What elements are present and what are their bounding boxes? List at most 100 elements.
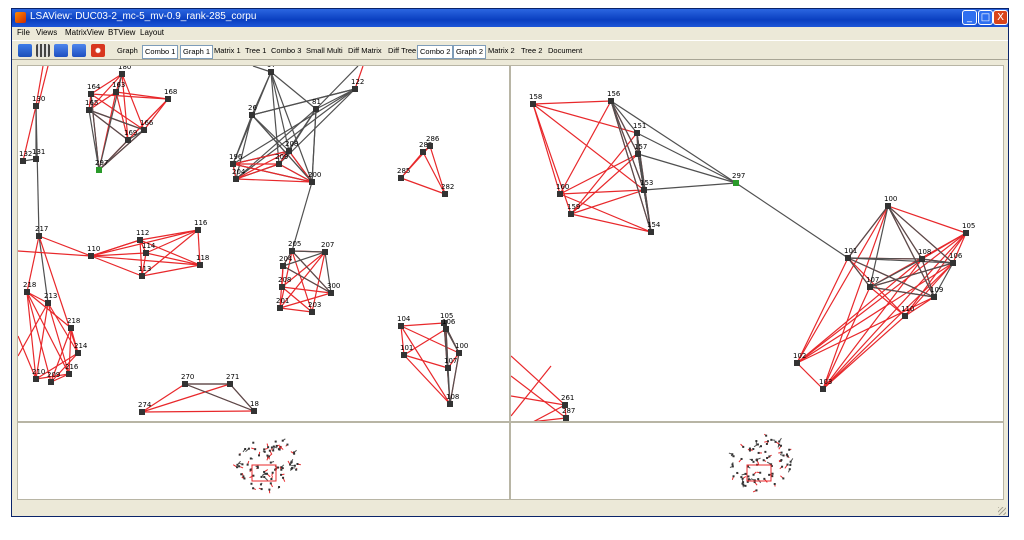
tab-tree-1[interactable]: Tree 1 <box>245 45 266 57</box>
left-graph-panel[interactable]: 180 164 163 168 165 166 169 297 130 132 131 217 110 1… <box>17 65 510 422</box>
graph-node[interactable]: 114 <box>142 242 156 256</box>
graph-node[interactable]: 131 <box>32 148 45 162</box>
graph-node-marker[interactable] <box>125 137 131 143</box>
graph-node-marker[interactable] <box>557 191 563 197</box>
graph-node[interactable]: 153 <box>640 179 653 193</box>
graph-node[interactable]: 100 <box>884 195 897 209</box>
graph-node-marker[interactable] <box>641 187 647 193</box>
graph-node-marker[interactable] <box>88 91 94 97</box>
graph-node-marker[interactable] <box>197 262 203 268</box>
graph-node-marker[interactable] <box>931 294 937 300</box>
right-graph-panel[interactable]: 158 156 151 157 153 160 159 154 297 100 105 101 107 1… <box>510 65 1004 422</box>
graph-node[interactable]: 108 <box>446 393 459 407</box>
graph-node[interactable]: 274 <box>138 401 152 415</box>
graph-node[interactable]: 218 <box>67 317 80 331</box>
graph-node[interactable]: 214 <box>74 342 88 356</box>
graph-node[interactable]: 205 <box>288 240 301 254</box>
graph-node[interactable]: 81 <box>312 98 321 112</box>
menu-file[interactable]: File <box>17 28 30 37</box>
graph-node-marker[interactable] <box>902 313 908 319</box>
graph-node[interactable]: 26 <box>248 104 257 118</box>
tab-document[interactable]: Document <box>548 45 582 57</box>
graph-node[interactable]: 116 <box>194 219 208 233</box>
graph-node-marker[interactable] <box>20 158 26 164</box>
graph-node-marker[interactable] <box>143 250 149 256</box>
graph-node-marker[interactable] <box>139 273 145 279</box>
graph-node-marker[interactable] <box>322 249 328 255</box>
graph-node[interactable]: 166 <box>140 119 154 133</box>
graph-node-marker[interactable] <box>139 409 145 415</box>
graph-node-marker[interactable] <box>794 360 800 366</box>
graph-node[interactable]: 107 <box>444 357 457 371</box>
graph-node[interactable]: 106 <box>949 252 963 266</box>
left-graph-canvas[interactable]: 180 164 163 168 165 166169 297 130 132 131 217 110 1… <box>18 66 510 422</box>
graph-node[interactable]: 285 <box>397 167 410 181</box>
graph-node-marker[interactable] <box>233 176 239 182</box>
graph-node-marker[interactable] <box>280 263 286 269</box>
open-folder-icon[interactable] <box>18 44 32 57</box>
graph-node-marker[interactable] <box>113 89 119 95</box>
graph-node[interactable]: 204 <box>279 255 293 269</box>
graph-node-marker[interactable] <box>309 309 315 315</box>
title-bar[interactable]: LSAView: DUC03-2_mc-5_mv-0.9_rank-285_co… <box>12 9 1008 27</box>
graph-node[interactable]: 154 <box>647 221 661 235</box>
graph-node[interactable]: 200 <box>308 171 321 185</box>
graph-node-marker[interactable] <box>36 233 42 239</box>
graph-node[interactable]: 156 <box>607 90 621 104</box>
resize-grip-icon[interactable] <box>998 507 1006 515</box>
graph-node-marker[interactable] <box>427 143 433 149</box>
maximize-button[interactable]: □ <box>978 10 993 25</box>
graph-node[interactable]: 103 <box>819 378 832 392</box>
tab-graph-2[interactable]: Graph 2 <box>453 45 487 59</box>
graph-node[interactable]: 169 <box>124 129 137 143</box>
graph-node-marker[interactable] <box>24 289 30 295</box>
graph-node-marker[interactable] <box>608 98 614 104</box>
graph-node-marker[interactable] <box>563 415 569 421</box>
graph-node-marker[interactable] <box>820 386 826 392</box>
graph-node-marker[interactable] <box>33 376 39 382</box>
tab-graph-1[interactable]: Graph 1 <box>180 45 214 59</box>
graph-node[interactable]: 261 <box>561 394 574 408</box>
graph-node[interactable]: 217 <box>35 225 48 239</box>
graph-node-marker[interactable] <box>88 253 94 259</box>
graph-node-marker[interactable] <box>141 127 147 133</box>
graph-node[interactable]: 110 <box>901 305 914 319</box>
right-graph-canvas[interactable]: 158 156 151 157 153 160 159 154 297 100 105 101 107 1… <box>511 66 1004 422</box>
graph-node-marker[interactable] <box>165 96 171 102</box>
graph-node[interactable]: 130 <box>32 95 45 109</box>
graph-node[interactable]: 109 <box>930 286 943 300</box>
tab-small-multi[interactable]: Small Multi <box>306 45 343 57</box>
graph-node-marker[interactable] <box>867 284 873 290</box>
graph-node[interactable]: 113 <box>138 265 151 279</box>
tab-graph[interactable]: Graph <box>117 45 138 57</box>
graph-node-marker[interactable] <box>195 227 201 233</box>
graph-node-marker[interactable] <box>635 151 641 157</box>
graph-node-marker[interactable] <box>277 305 283 311</box>
graph-node[interactable]: 106 <box>442 318 456 332</box>
save-as-icon[interactable] <box>72 44 86 57</box>
graph-node[interactable]: 132 <box>19 150 32 164</box>
left-overview-canvas[interactable] <box>18 423 510 500</box>
graph-node[interactable]: 159 <box>567 203 580 217</box>
graph-node-marker[interactable] <box>352 86 358 92</box>
graph-node[interactable]: 297 <box>95 159 108 173</box>
graph-node[interactable]: 282 <box>441 183 454 197</box>
graph-node[interactable]: 112 <box>136 229 149 243</box>
graph-node-marker[interactable] <box>442 191 448 197</box>
menu-btview[interactable]: BTView <box>108 28 135 37</box>
graph-node[interactable]: 151 <box>633 122 646 136</box>
graph-node[interactable]: 101 <box>400 344 413 358</box>
graph-node[interactable]: 100 <box>455 342 468 356</box>
graph-node-marker[interactable] <box>68 325 74 331</box>
graph-node-marker[interactable] <box>950 260 956 266</box>
graph-node[interactable]: 297 <box>732 172 745 186</box>
graph-node-marker[interactable] <box>398 323 404 329</box>
graph-node[interactable]: 122 <box>351 78 364 92</box>
menu-matrixview[interactable]: MatrixView <box>65 28 104 37</box>
graph-node[interactable]: 216 <box>65 363 79 377</box>
graph-node-marker[interactable] <box>249 112 255 118</box>
graph-node[interactable]: 105 <box>962 222 975 236</box>
tab-diff-matrix[interactable]: Diff Matrix <box>348 45 382 57</box>
graph-node-marker[interactable] <box>634 130 640 136</box>
save-icon[interactable] <box>54 44 68 57</box>
